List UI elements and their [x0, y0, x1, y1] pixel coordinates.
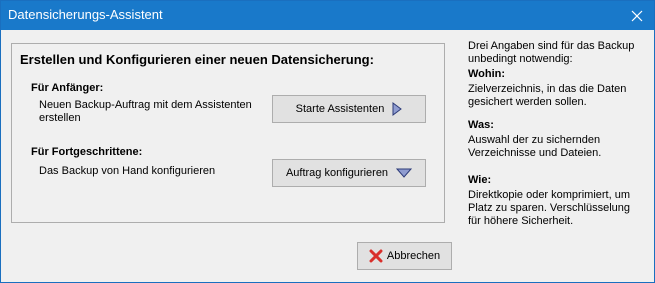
- info-was-line2: Verzeichnisse und Dateien.: [468, 147, 602, 159]
- beginner-description-line2: erstellen: [39, 112, 81, 124]
- close-icon: [631, 10, 643, 21]
- info-wie-title: Wie:: [468, 174, 492, 186]
- beginner-label: Für Anfänger:: [31, 82, 104, 94]
- info-wohin-line2: gesichert werden sollen.: [468, 96, 587, 108]
- info-wie-line2: Platz zu sparen. Verschlüsselung: [468, 202, 631, 214]
- red-x-icon: [369, 249, 383, 263]
- start-wizard-label: Starte Assistenten: [295, 103, 385, 115]
- panel-heading: Erstellen und Konfigurieren einer neuen …: [20, 52, 374, 67]
- dialog-content: Erstellen und Konfigurieren einer neuen …: [1, 30, 654, 282]
- beginner-description-line1: Neuen Backup-Auftrag mit dem Assistenten: [39, 99, 252, 111]
- window-title: Datensicherungs-Assistent: [8, 7, 163, 22]
- title-bar[interactable]: Datensicherungs-Assistent: [1, 1, 654, 30]
- close-button[interactable]: [620, 1, 654, 30]
- info-text: Drei Angaben sind für das Backup unbedin…: [468, 40, 648, 228]
- beginner-description: Neuen Backup-Auftrag mit dem Assistenten…: [39, 99, 252, 125]
- play-triangle-icon: [392, 102, 403, 116]
- info-wie-line1: Direktkopie oder komprimiert, um: [468, 189, 630, 201]
- start-wizard-button[interactable]: Starte Assistenten: [272, 95, 426, 123]
- configure-job-label: Auftrag konfigurieren: [285, 167, 389, 179]
- info-intro-line2: unbedingt notwendig:: [468, 53, 573, 65]
- info-was-line1: Auswahl der zu sichernden: [468, 134, 601, 146]
- info-was-title: Was:: [468, 119, 494, 131]
- info-wohin-line1: Zielverzeichnis, in das die Daten: [468, 83, 627, 95]
- cancel-label: Abbrechen: [386, 250, 441, 262]
- configure-job-button[interactable]: Auftrag konfigurieren: [272, 159, 426, 187]
- advanced-description: Das Backup von Hand konfigurieren: [39, 165, 216, 177]
- dropdown-triangle-icon: [396, 168, 413, 178]
- info-intro-line1: Drei Angaben sind für das Backup: [468, 40, 635, 52]
- cancel-button[interactable]: Abbrechen: [357, 242, 452, 270]
- dialog-window: Datensicherungs-Assistent Erstellen und …: [0, 0, 655, 283]
- options-panel: Erstellen und Konfigurieren einer neuen …: [11, 43, 445, 223]
- advanced-label: Für Fortgeschrittene:: [31, 146, 143, 158]
- info-wie-line3: für höhere Sicherheit.: [468, 215, 574, 227]
- info-wohin-title: Wohin:: [468, 68, 506, 80]
